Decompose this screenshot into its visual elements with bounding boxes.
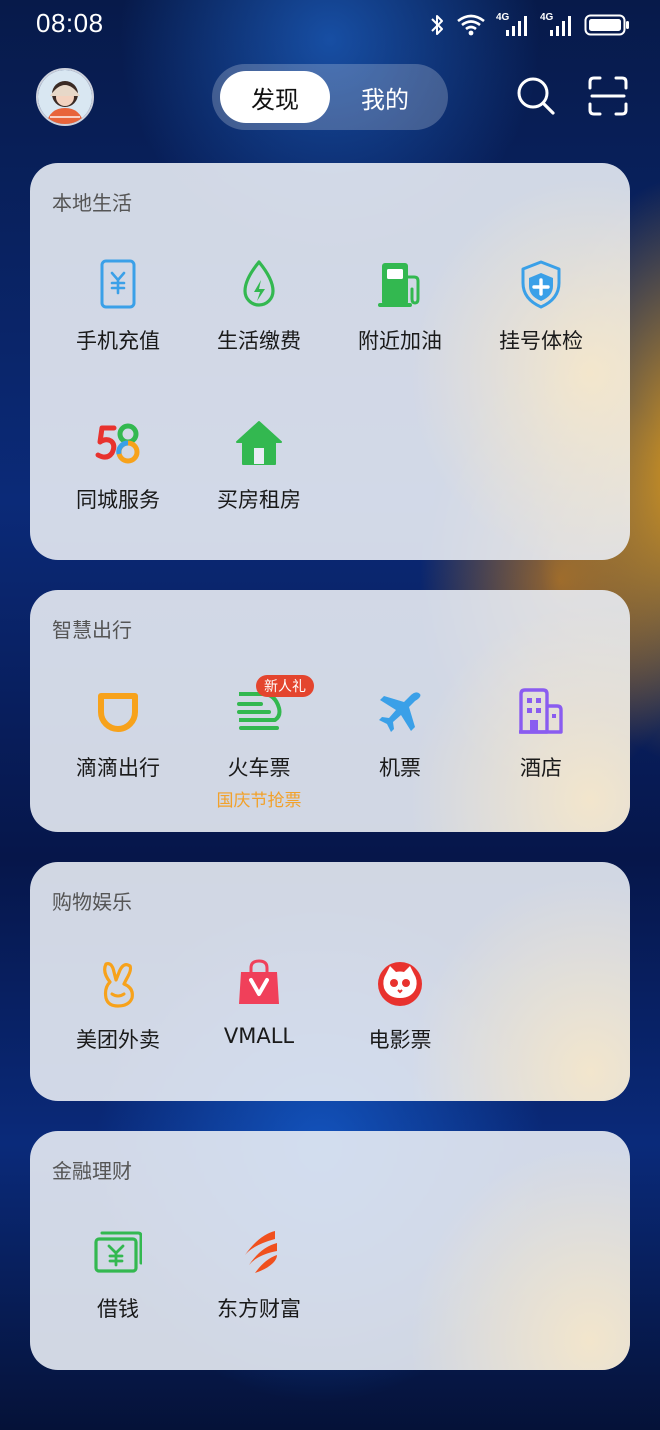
- house-icon: [236, 421, 282, 465]
- gas-station-icon: [378, 263, 420, 307]
- battery-icon: [584, 14, 629, 36]
- section-title: 购物娱乐: [52, 890, 132, 914]
- service-label: 挂号体检: [499, 329, 583, 353]
- status-icons: 4G 4G: [428, 10, 630, 40]
- scan-icon[interactable]: [586, 74, 630, 118]
- service-movie-ticket[interactable]: 电影票: [330, 958, 470, 1098]
- meituan-rabbit-icon: [103, 962, 134, 1008]
- section-title: 智慧出行: [52, 618, 132, 642]
- service-label: 买房租房: [217, 488, 301, 512]
- service-vmall[interactable]: VMALL: [189, 958, 329, 1098]
- new-user-gift-badge: 新人礼: [256, 675, 314, 697]
- hotel-icon: [519, 688, 563, 734]
- service-flight[interactable]: 机票: [330, 686, 470, 826]
- section-title: 金融理财: [52, 1159, 132, 1183]
- header: 发现 我的: [0, 60, 660, 136]
- bluetooth-icon: [431, 15, 443, 35]
- service-label: 电影票: [368, 1028, 432, 1052]
- service-label: 火车票: [227, 756, 291, 780]
- airplane-icon: [379, 692, 421, 732]
- service-label: 生活缴费: [217, 329, 301, 353]
- service-didi[interactable]: 滴滴出行: [48, 686, 188, 826]
- section-smart-travel: 智慧出行 滴滴出行 火车票 国庆节抢票 机票 酒店: [30, 590, 630, 832]
- wifi-icon: [457, 14, 485, 36]
- service-label: 附近加油: [358, 329, 442, 353]
- service-label: 手机充值: [76, 329, 160, 353]
- service-utility-bill[interactable]: 生活缴费: [189, 259, 329, 399]
- section-title: 本地生活: [52, 191, 132, 215]
- service-label: 美团外卖: [76, 1028, 160, 1052]
- service-58-city[interactable]: 同城服务: [48, 418, 188, 558]
- cash-icon: [94, 1231, 142, 1273]
- search-icon[interactable]: [514, 74, 558, 118]
- service-label: 滴滴出行: [76, 756, 160, 780]
- service-hotel[interactable]: 酒店: [471, 686, 611, 826]
- cat-eye-icon: [378, 962, 422, 1006]
- phone-recharge-icon: [100, 259, 136, 309]
- eastmoney-icon: [245, 1231, 277, 1273]
- service-promo-text: 国庆节抢票: [216, 791, 302, 811]
- service-label: VMALL: [223, 1024, 295, 1048]
- service-house[interactable]: 买房租房: [189, 418, 329, 558]
- signal-4g-icon: 4G: [540, 12, 574, 38]
- section-local-life: 本地生活 手机充值 生活缴费 附近加油 挂号体检 同城服务 买房租房: [30, 163, 630, 560]
- service-meituan[interactable]: 美团外卖: [48, 958, 188, 1098]
- service-label: 东方财富: [217, 1297, 301, 1321]
- service-label: 机票: [379, 756, 421, 780]
- medical-shield-icon: [521, 260, 561, 309]
- service-phone-recharge[interactable]: 手机充值: [48, 259, 188, 399]
- service-eastmoney[interactable]: 东方财富: [189, 1227, 329, 1367]
- status-time: 08:08: [36, 8, 104, 38]
- service-borrow-money[interactable]: 借钱: [48, 1227, 188, 1367]
- service-label: 同城服务: [76, 488, 160, 512]
- status-bar: 08:08 4G 4G: [0, 0, 660, 50]
- section-shopping-entertainment: 购物娱乐 美团外卖 VMALL 电影票: [30, 862, 630, 1101]
- service-label: 酒店: [520, 756, 562, 780]
- tab-switch: 发现 我的: [212, 64, 448, 130]
- service-medical-checkup[interactable]: 挂号体检: [471, 259, 611, 399]
- service-label: 借钱: [97, 1297, 139, 1321]
- utility-bill-icon: [243, 260, 275, 307]
- tab-discover[interactable]: 发现: [220, 71, 330, 123]
- service-gas-station[interactable]: 附近加油: [330, 259, 470, 399]
- 58-logo-icon: [95, 423, 140, 464]
- avatar[interactable]: [36, 68, 94, 126]
- section-finance: 金融理财 借钱 东方财富: [30, 1131, 630, 1370]
- tab-mine[interactable]: 我的: [330, 71, 440, 123]
- shopping-bag-icon: [239, 959, 279, 1004]
- signal-4g-icon: 4G: [496, 12, 530, 38]
- service-train-ticket[interactable]: 火车票 国庆节抢票: [189, 686, 329, 826]
- didi-icon: [98, 693, 138, 732]
